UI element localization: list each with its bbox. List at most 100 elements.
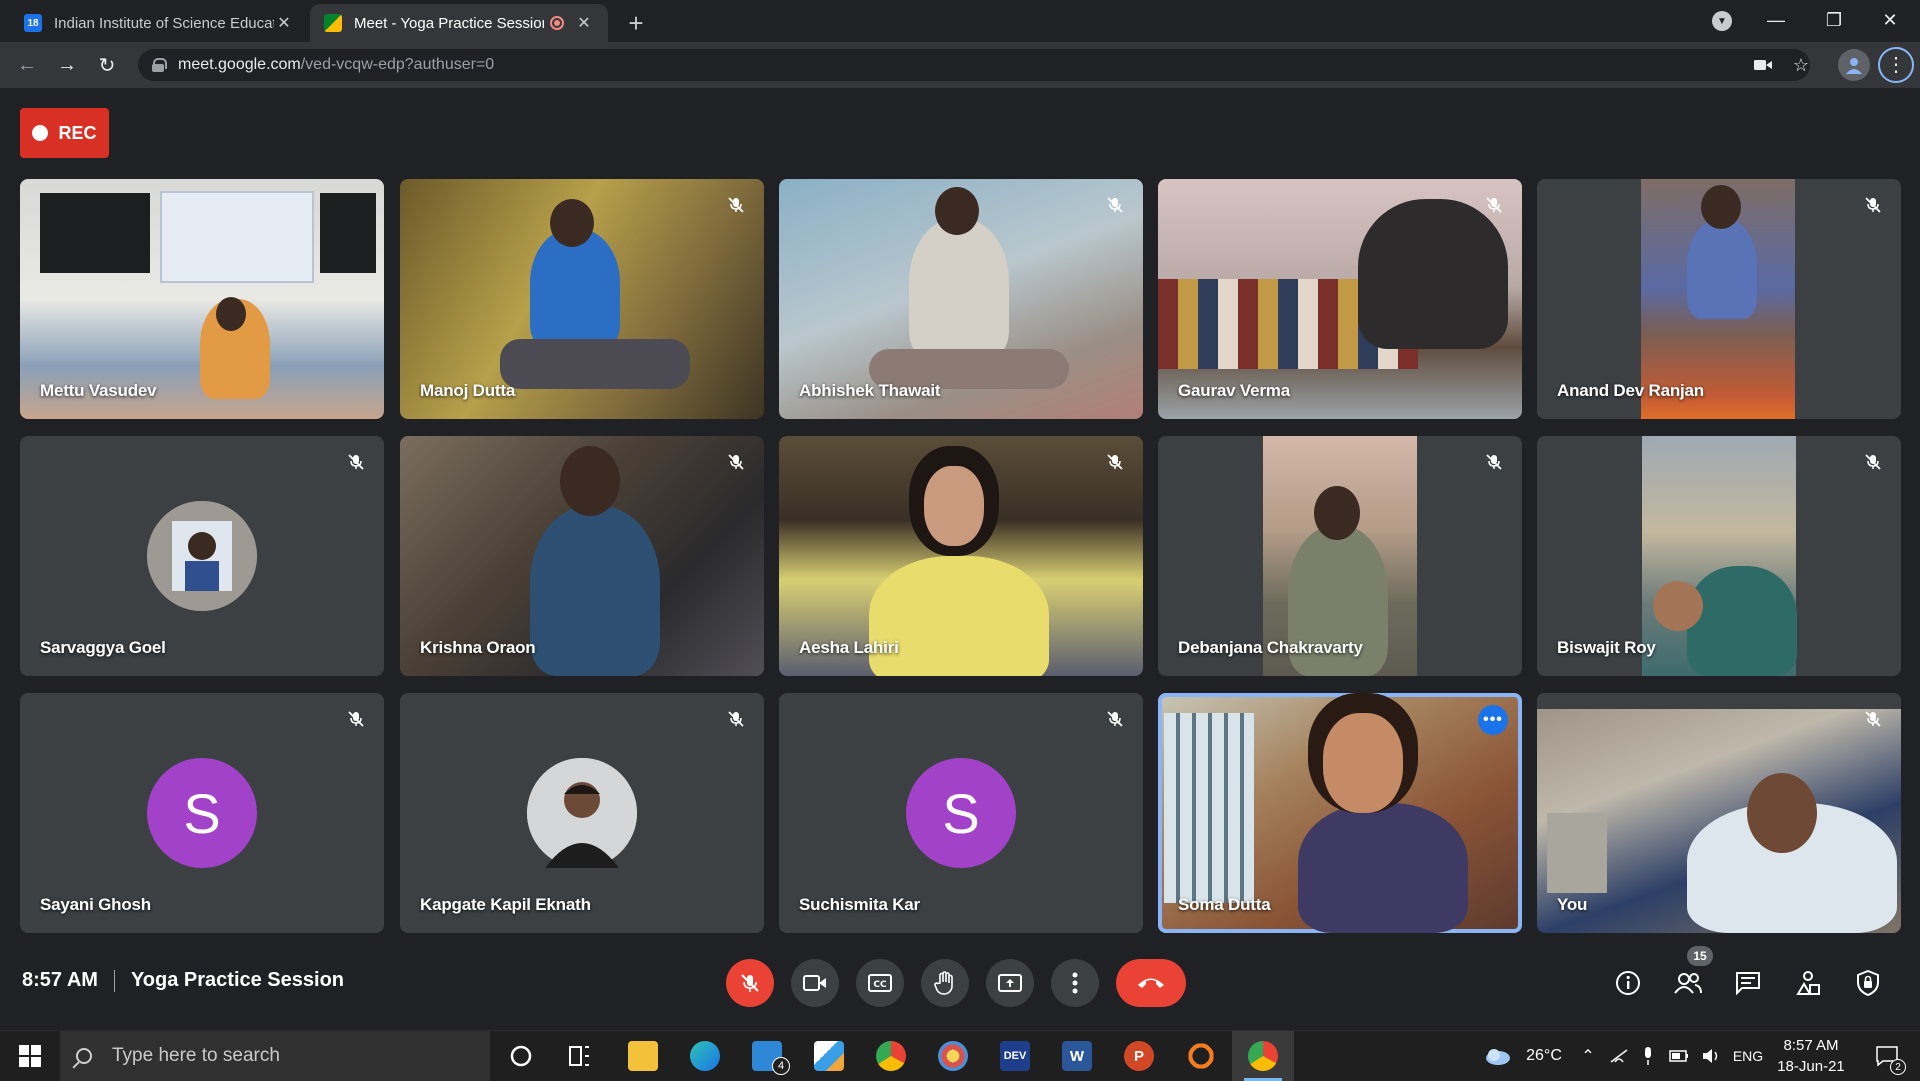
taskbar-search-box[interactable]: Type here to search [60, 1031, 490, 1081]
participant-name: Krishna Oraon [420, 638, 536, 657]
participant-tile[interactable]: S Suchismita Kar [779, 693, 1143, 933]
recording-badge: REC [20, 108, 109, 158]
participant-tile[interactable]: Sarvaggya Goel [20, 436, 384, 676]
taskbar-clock[interactable]: 8:57 AM 18-Jun-21 [1766, 1035, 1856, 1077]
minimize-button[interactable]: — [1748, 0, 1804, 40]
tab-search-icon[interactable]: ▼ [1712, 11, 1732, 31]
tab-iiser[interactable]: 18 Indian Institute of Science Educat ✕ [10, 4, 308, 42]
people-icon[interactable] [1669, 964, 1707, 1002]
more-options-icon[interactable]: ••• [1478, 705, 1508, 735]
clock-time: 8:57 AM [1783, 1037, 1839, 1054]
participant-tile[interactable]: Anand Dev Ranjan [1537, 179, 1901, 419]
paint-icon[interactable] [922, 1031, 984, 1081]
chrome-running-icon[interactable] [1232, 1031, 1294, 1081]
person-head [935, 187, 979, 235]
mic-off-button[interactable] [726, 959, 774, 1007]
search-placeholder: Type here to search [112, 1045, 280, 1066]
participant-tile[interactable]: Mettu Vasudev [20, 179, 384, 419]
participant-tile[interactable]: S Sayani Ghosh [20, 693, 384, 933]
meeting-info: 8:57 AM Yoga Practice Session [22, 969, 344, 992]
chat-icon[interactable] [1729, 964, 1767, 1002]
raise-hand-button[interactable] [921, 959, 969, 1007]
close-window-button[interactable]: ✕ [1862, 0, 1918, 40]
banner-image [160, 191, 314, 283]
file-explorer-icon[interactable] [612, 1031, 674, 1081]
reload-icon[interactable]: ↻ [92, 50, 122, 80]
windows-start-icon[interactable] [0, 1031, 60, 1081]
restore-button[interactable]: ❐ [1806, 0, 1862, 40]
muted-mic-icon [1861, 450, 1885, 474]
person-figure [1358, 199, 1508, 349]
person-head [216, 297, 246, 331]
muted-mic-icon [1103, 193, 1127, 217]
participant-tile[interactable]: Aesha Lahiri [779, 436, 1143, 676]
chrome-icon[interactable] [860, 1031, 922, 1081]
participant-tile[interactable]: Biswajit Roy [1537, 436, 1901, 676]
powerpoint-icon[interactable]: P [1108, 1031, 1170, 1081]
person-head [1701, 185, 1741, 229]
participant-tile[interactable]: Manoj Dutta [400, 179, 764, 419]
meeting-details-icon[interactable] [1609, 964, 1647, 1002]
person-figure [530, 506, 660, 676]
browser-menu-icon[interactable]: ⋮ [1878, 47, 1914, 83]
muted-mic-icon [1103, 450, 1127, 474]
participant-name: Kapgate Kapil Eknath [420, 895, 591, 914]
microphone-icon[interactable] [1636, 1031, 1660, 1081]
window-grill [1164, 713, 1254, 903]
word-icon[interactable]: W [1046, 1031, 1108, 1081]
video-letterbox [1537, 693, 1901, 709]
person-figure [1687, 219, 1757, 319]
camera-button[interactable] [791, 959, 839, 1007]
mail-icon[interactable]: 4 [736, 1031, 798, 1081]
participant-tile[interactable]: Gaurav Verma [1158, 179, 1522, 419]
participant-tile[interactable]: Abhishek Thawait [779, 179, 1143, 419]
chevron-up-icon[interactable]: ⌃ [1574, 1031, 1602, 1081]
end-call-button[interactable] [1116, 959, 1186, 1007]
notification-center-icon[interactable]: 2 [1862, 1031, 1912, 1081]
more-options-button[interactable] [1051, 959, 1099, 1007]
dev-app-icon[interactable]: DEV [984, 1031, 1046, 1081]
close-tab-icon[interactable]: ✕ [574, 13, 594, 33]
back-icon[interactable]: ← [12, 50, 42, 80]
forward-icon[interactable]: → [52, 50, 82, 80]
extension-icon[interactable] [1838, 49, 1870, 81]
address-bar[interactable]: meet.google.com /ved-vcqw-edp?authuser=0 [138, 49, 1810, 81]
participant-tile-self[interactable]: You [1537, 693, 1901, 933]
bookmark-star-icon[interactable]: ☆ [1786, 50, 1816, 80]
mail-badge: 4 [772, 1057, 790, 1075]
person-figure [530, 229, 620, 349]
cortana-icon[interactable] [490, 1031, 552, 1081]
activities-icon[interactable] [1789, 964, 1827, 1002]
person-head [1314, 486, 1360, 540]
legs [500, 339, 690, 389]
language-indicator[interactable]: ENG [1728, 1031, 1768, 1081]
participant-name: Biswajit Roy [1557, 638, 1656, 657]
edge-icon[interactable] [674, 1031, 736, 1081]
participant-tile[interactable]: Debanjana Chakravarty [1158, 436, 1522, 676]
muted-mic-icon [724, 707, 748, 731]
camera-in-use-icon[interactable] [1748, 50, 1778, 80]
recording-indicator-icon [550, 16, 564, 30]
avatar: S [906, 758, 1016, 868]
avatar-initial: S [183, 781, 221, 845]
new-tab-button[interactable]: + [622, 8, 650, 39]
network-icon[interactable] [1604, 1031, 1634, 1081]
battery-icon[interactable] [1664, 1031, 1694, 1081]
participant-tile-active-speaker[interactable]: ••• Soma Dutta [1158, 693, 1522, 933]
person-head [1747, 773, 1817, 853]
participant-tile[interactable]: Krishna Oraon [400, 436, 764, 676]
media-player-icon[interactable] [1170, 1031, 1232, 1081]
browser-toolbar: ← → ↻ meet.google.com /ved-vcqw-edp?auth… [0, 42, 1920, 88]
host-controls-icon[interactable] [1849, 964, 1887, 1002]
paint-3d-icon[interactable] [798, 1031, 860, 1081]
task-view-icon[interactable] [548, 1031, 610, 1081]
present-screen-button[interactable] [986, 959, 1034, 1007]
volume-icon[interactable] [1696, 1031, 1726, 1081]
close-tab-icon[interactable]: ✕ [274, 13, 294, 33]
meeting-title: Yoga Practice Session [130, 969, 345, 991]
tab-meet[interactable]: Meet - Yoga Practice Session ✕ [310, 4, 608, 42]
participant-tile[interactable]: Kapgate Kapil Eknath [400, 693, 764, 933]
weather-icon[interactable] [1478, 1031, 1518, 1081]
captions-button[interactable]: CC [856, 959, 904, 1007]
meet-icon [324, 14, 342, 32]
